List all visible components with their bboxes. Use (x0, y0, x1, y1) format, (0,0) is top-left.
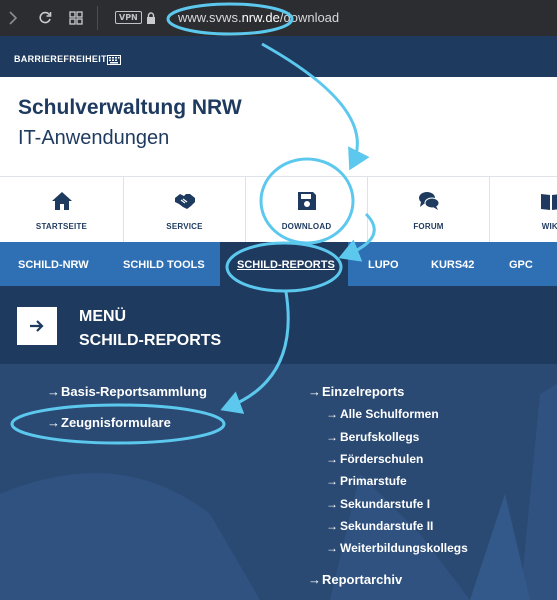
link-foerderschulen[interactable]: → Förderschulen (326, 452, 423, 466)
link-reportarchiv[interactable]: →Reportarchiv (308, 572, 402, 587)
arrow-right-icon: → (326, 474, 338, 488)
link-berufskollegs[interactable]: → Berufskollegs (326, 430, 419, 444)
site-subtitle: IT-Anwendungen (18, 127, 170, 149)
address-bar[interactable]: www.svws.nrw.de/download (178, 10, 339, 25)
menu-title: MENÜ SCHILD-REPORTS (79, 305, 221, 353)
icon-nav-label: SERVICE (166, 222, 203, 231)
keyboard-icon[interactable] (107, 52, 121, 70)
reload-icon[interactable] (36, 8, 54, 28)
icon-nav-service[interactable]: SERVICE (124, 177, 246, 243)
nav-lupo[interactable]: LUPO (368, 259, 399, 271)
icon-navigation: STARTSEITE SERVICE DOWNLOAD FORUM WIKI (0, 176, 557, 243)
link-einzelreports[interactable]: →Einzelreports (308, 384, 404, 399)
icon-nav-startseite[interactable]: STARTSEITE (0, 177, 124, 243)
site-title[interactable]: Schulverwaltung NRW (18, 96, 242, 120)
url-path: /download (279, 10, 340, 25)
tab-grid-icon[interactable] (67, 8, 85, 28)
vpn-badge[interactable]: VPN (115, 11, 142, 24)
menu-title-line2: SCHILD-REPORTS (79, 332, 222, 349)
nav-schild-reports[interactable]: SCHILD-REPORTS (237, 259, 335, 271)
arrow-right-icon: → (47, 384, 60, 399)
arrow-right-icon: → (326, 541, 338, 555)
link-weiterbildungskollegs[interactable]: → Weiterbildungskollegs (326, 541, 468, 555)
arrow-right-icon: → (47, 415, 60, 430)
link-sekundarstufe-1[interactable]: → Sekundarstufe I (326, 497, 430, 511)
forward-icon[interactable] (6, 8, 20, 28)
arrow-right-icon: → (326, 497, 338, 511)
book-icon (541, 194, 557, 210)
toolbar-divider (97, 6, 98, 30)
background-pattern (0, 384, 557, 600)
chat-icon (418, 192, 439, 210)
nav-schild-tools[interactable]: SCHILD TOOLS (123, 259, 205, 271)
menu-title-line1: MENÜ (79, 308, 127, 325)
icon-nav-label: STARTSEITE (35, 222, 88, 231)
icon-nav-download[interactable]: DOWNLOAD (246, 177, 368, 243)
accessibility-link[interactable]: BARRIEREFREIHEIT (14, 54, 107, 64)
link-basis-reportsammlung[interactable]: →Basis-Reportsammlung (47, 384, 207, 399)
arrow-right-icon: → (308, 384, 321, 399)
link-sekundarstufe-2[interactable]: → Sekundarstufe II (326, 519, 433, 533)
arrow-right-icon: → (326, 452, 338, 466)
browser-toolbar: VPN www.svws.nrw.de/download (0, 0, 557, 36)
menu-toggle-button[interactable] (17, 307, 57, 345)
lock-icon[interactable] (145, 8, 157, 28)
nav-kurs42[interactable]: KURS42 (431, 259, 474, 271)
arrow-right-icon: → (326, 430, 338, 444)
arrow-right-icon: → (326, 519, 338, 533)
url-prefix: www.svws. (178, 10, 242, 25)
nav-gpc[interactable]: GPC (509, 259, 533, 271)
icon-nav-label: FORUM (413, 222, 444, 231)
nav-schild-nrw[interactable]: SCHILD-NRW (18, 259, 89, 271)
icon-nav-wiki[interactable]: WIKI (490, 177, 557, 243)
link-primarstufe[interactable]: → Primarstufe (326, 474, 407, 488)
handshake-icon (174, 194, 195, 209)
url-domain: nrw.de (241, 10, 280, 25)
link-zeugnisformulare[interactable]: →Zeugnisformulare (47, 415, 171, 430)
icon-nav-forum[interactable]: FORUM (368, 177, 490, 243)
menu-body (0, 364, 557, 600)
arrow-right-icon: → (326, 407, 338, 421)
arrow-right-icon: → (308, 572, 321, 587)
arrow-right-icon (30, 320, 44, 332)
save-icon (297, 192, 316, 210)
icon-nav-label: DOWNLOAD (281, 222, 332, 231)
link-alle-schulformen[interactable]: → Alle Schulformen (326, 407, 439, 421)
icon-nav-label: WIKI (541, 222, 557, 231)
home-icon (51, 192, 72, 210)
